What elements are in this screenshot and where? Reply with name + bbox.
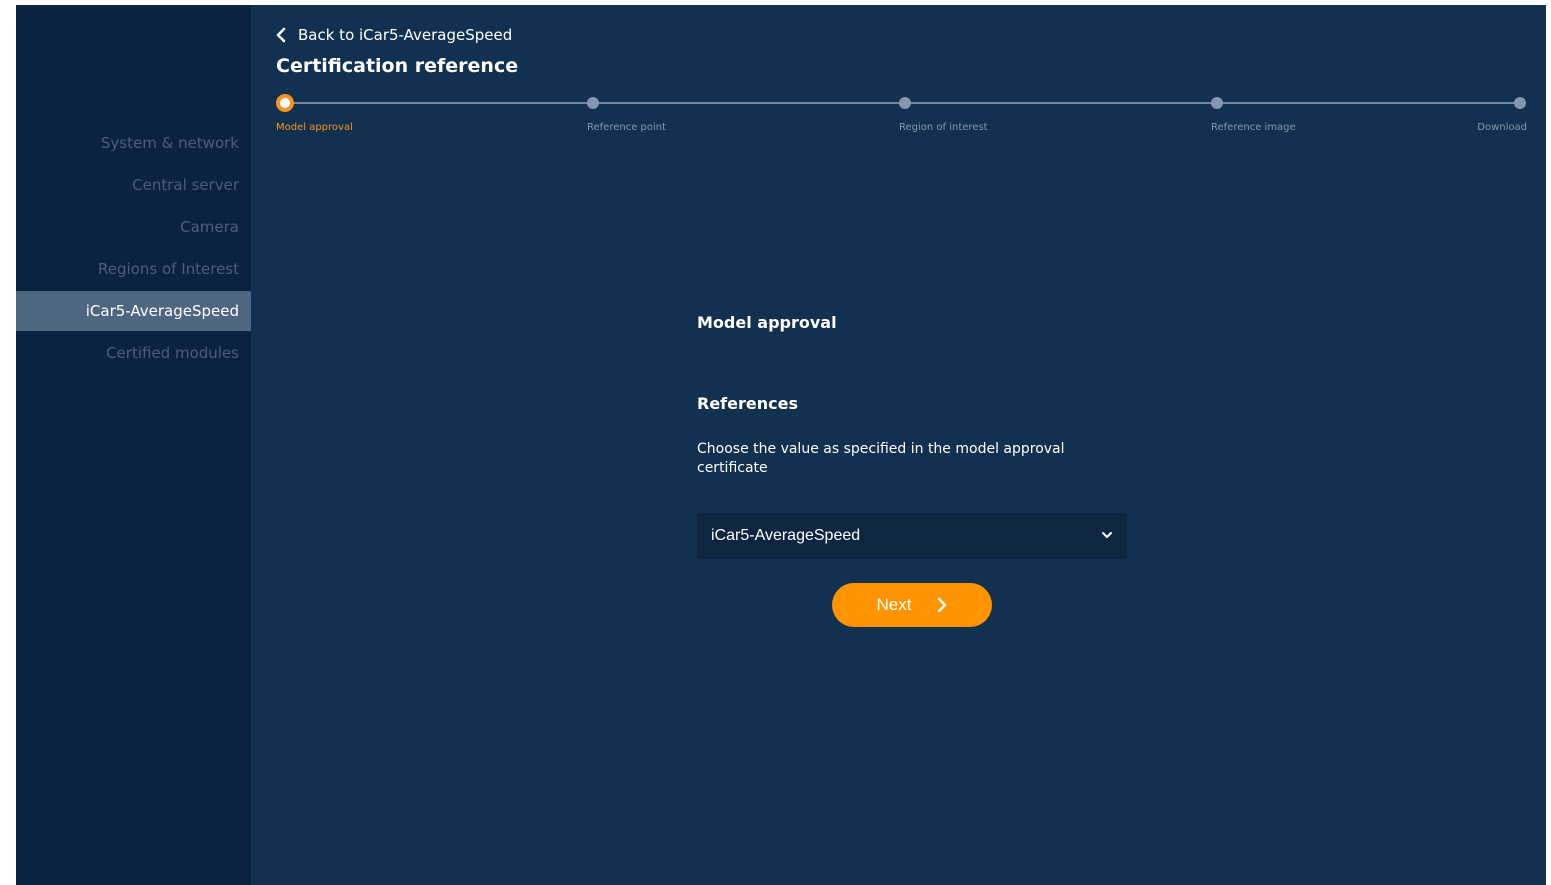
section-title: Model approval bbox=[697, 313, 837, 332]
sidebar-item-label: Camera bbox=[180, 218, 239, 236]
sidebar-item-camera[interactable]: Camera bbox=[16, 207, 251, 247]
step-dot-region-of-interest[interactable] bbox=[899, 97, 911, 109]
sidebar-item-regions-of-interest[interactable]: Regions of Interest bbox=[16, 249, 251, 289]
sidebar-item-label: Certified modules bbox=[106, 344, 239, 362]
subsection-title: References bbox=[697, 394, 798, 413]
reference-select[interactable]: iCar5-AverageSpeed bbox=[697, 513, 1127, 559]
step-label-reference-image[interactable]: Reference image bbox=[1211, 122, 1296, 133]
chevron-right-icon bbox=[938, 597, 947, 613]
sidebar-item-system-network[interactable]: System & network bbox=[16, 123, 251, 163]
sidebar-item-label: Central server bbox=[132, 176, 239, 194]
chevron-down-icon bbox=[1102, 532, 1112, 538]
sidebar-item-certified-modules[interactable]: Certified modules bbox=[16, 333, 251, 373]
next-button-label: Next bbox=[876, 595, 912, 614]
select-value: iCar5-AverageSpeed bbox=[711, 527, 861, 544]
back-link[interactable]: Back to iCar5-AverageSpeed bbox=[276, 23, 512, 47]
app-window: System & network Central server Camera R… bbox=[16, 5, 1546, 885]
back-link-label: Back to iCar5-AverageSpeed bbox=[298, 26, 513, 44]
sidebar: System & network Central server Camera R… bbox=[16, 5, 251, 885]
next-button[interactable]: Next bbox=[832, 583, 992, 627]
step-dot-download[interactable] bbox=[1514, 97, 1526, 109]
chevron-left-icon bbox=[276, 27, 286, 43]
step-label-download[interactable]: Download bbox=[1477, 122, 1527, 133]
sidebar-item-icar5-averagespeed[interactable]: iCar5-AverageSpeed bbox=[16, 291, 251, 331]
page-title: Certification reference bbox=[276, 55, 519, 77]
step-dot-reference-image[interactable] bbox=[1211, 97, 1223, 109]
description-text: Choose the value as specified in the mod… bbox=[697, 441, 1065, 476]
step-dot-reference-point[interactable] bbox=[587, 97, 599, 109]
sidebar-item-label: iCar5-AverageSpeed bbox=[85, 302, 239, 320]
sidebar-item-label: Regions of Interest bbox=[98, 260, 239, 278]
sidebar-item-label: System & network bbox=[100, 134, 239, 152]
step-label-reference-point[interactable]: Reference point bbox=[587, 122, 666, 133]
sidebar-item-central-server[interactable]: Central server bbox=[16, 165, 251, 205]
step-dot-model-approval[interactable] bbox=[276, 94, 294, 112]
step-label-region-of-interest[interactable]: Region of interest bbox=[899, 122, 988, 133]
step-label-model-approval[interactable]: Model approval bbox=[276, 122, 353, 133]
